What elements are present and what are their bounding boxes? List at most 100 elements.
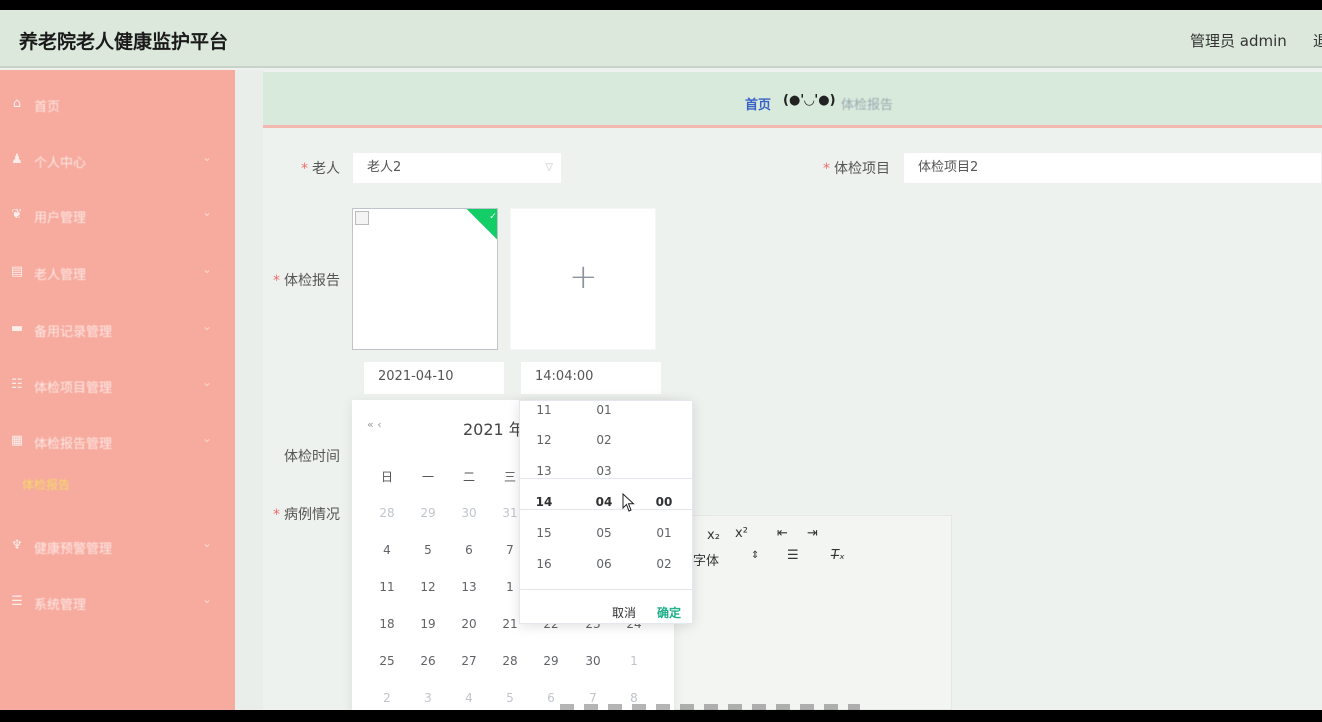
date-input[interactable]: 2021-04-10 (364, 362, 504, 394)
sidebar-item-3[interactable]: ▤ 老人管理 ⌄ (0, 253, 235, 293)
breadcrumb-emoticon: (●'◡'●) (783, 93, 836, 108)
sidebar-item-6[interactable]: ▦ 体检报告管理 ⌄ (0, 422, 235, 462)
calendar-day[interactable]: 19 (408, 617, 448, 631)
time-cancel-button[interactable]: 取消 (612, 604, 636, 621)
users-icon: ❦ (11, 207, 23, 222)
plus-icon: + (569, 257, 598, 297)
calendar-day[interactable]: 20 (449, 617, 489, 631)
current-user[interactable]: 管理员 admin (1190, 30, 1287, 51)
logout-link[interactable]: 退 (1313, 30, 1322, 51)
calendar-day[interactable]: 12 (408, 580, 448, 594)
date-picker-prev-button[interactable]: « ‹ (367, 418, 382, 431)
chevron-down-icon: ⌄ (202, 150, 213, 164)
sidebar-item-1[interactable]: ♟ 个人中心 ⌄ (0, 141, 235, 181)
sidebar-subitem-active[interactable]: 体检报告 (22, 476, 70, 493)
time-input[interactable]: 14:04:00 (521, 362, 661, 394)
clear-format-icon[interactable]: T̶ₓ (831, 548, 845, 563)
sidebar-item-label: 健康预警管理 (34, 542, 113, 557)
time-option[interactable]: 01 (644, 526, 684, 540)
time-option[interactable]: 16 (524, 557, 564, 571)
app-title: 养老院老人健康监护平台 (19, 31, 229, 53)
breadcrumb-current: 体检报告 (841, 98, 894, 113)
calendar-day[interactable]: 29 (531, 654, 571, 668)
calendar-day[interactable]: 28 (490, 654, 530, 668)
time-confirm-button[interactable]: 确定 (657, 604, 681, 621)
sidebar-item-label: 体检报告管理 (34, 437, 113, 452)
sidebar-item-label: 老人管理 (34, 268, 87, 283)
sidebar-item-0[interactable]: ⌂ 首页 (0, 85, 235, 125)
calendar-day[interactable]: 5 (490, 691, 530, 705)
calendar-day[interactable]: 13 (449, 580, 489, 594)
sidebar-item-8[interactable]: ☰ 系统管理 ⌄ (0, 583, 235, 623)
calendar-day[interactable]: 18 (367, 617, 407, 631)
time-option[interactable]: 12 (524, 433, 564, 447)
elder-select[interactable]: 老人2 ▽ (352, 152, 562, 184)
calendar-day[interactable]: 29 (408, 506, 448, 520)
time-option[interactable]: 02 (644, 557, 684, 571)
outdent-icon[interactable]: ⇤ (777, 526, 788, 541)
calendar-day[interactable]: 8 (614, 691, 654, 705)
date-picker-title[interactable]: 2021 年 (463, 416, 525, 440)
align-icon[interactable]: ☰ (787, 548, 799, 563)
calendar-day[interactable]: 11 (367, 580, 407, 594)
calendar-day[interactable]: 5 (408, 543, 448, 557)
time-option[interactable]: 01 (584, 403, 624, 417)
breadcrumb: 首页 (●'◡'●) 体检报告 (263, 72, 1322, 128)
calendar-day[interactable]: 7 (573, 691, 613, 705)
time-option[interactable]: 00 (644, 495, 684, 509)
exam-item-label: * 体检项目 (823, 161, 890, 177)
chat-icon: ▬ (10, 321, 24, 336)
chevron-down-icon: ⌄ (202, 592, 213, 606)
exam-item-select[interactable]: 体检项目2 (903, 152, 1322, 184)
time-input-value: 14:04:00 (535, 369, 594, 384)
calendar-day[interactable]: 26 (408, 654, 448, 668)
superscript-icon[interactable]: x² (735, 526, 748, 541)
calendar-day[interactable]: 30 (449, 506, 489, 520)
sidebar-item-label: 首页 (34, 100, 61, 115)
time-option[interactable]: 13 (524, 464, 564, 478)
time-option[interactable]: 02 (584, 433, 624, 447)
sidebar: ⌂ 首页 ♟ 个人中心 ⌄ ❦ 用户管理 ⌄ ▤ 老人管理 ⌄ ▬ 备用记录管理 ⌄ ☷ 体检项目管理 ⌄ ▦ 体检… (0, 70, 235, 710)
calendar-day[interactable]: 30 (573, 654, 613, 668)
time-picker-footer-divider (520, 589, 694, 590)
time-option[interactable]: 05 (584, 526, 624, 540)
broken-image-icon (355, 211, 369, 225)
user-icon: ♟ (11, 152, 23, 167)
calendar-day[interactable]: 1 (614, 654, 654, 668)
top-header: 养老院老人健康监护平台 管理员 admin 退 (0, 10, 1322, 68)
calendar-day[interactable]: 27 (449, 654, 489, 668)
upload-add-button[interactable]: + (510, 208, 656, 350)
check-icon: ✓ (489, 212, 498, 223)
sidebar-item-7[interactable]: ♆ 健康预警管理 ⌄ (0, 527, 235, 567)
sidebar-item-2[interactable]: ❦ 用户管理 ⌄ (0, 196, 235, 236)
calendar-day[interactable]: 6 (531, 691, 571, 705)
calendar-day[interactable]: 4 (449, 691, 489, 705)
time-option[interactable]: 04 (584, 495, 624, 509)
elder-label: * 老人 (301, 161, 340, 177)
time-option[interactable]: 06 (584, 557, 624, 571)
calendar-day[interactable]: 6 (449, 543, 489, 557)
time-option[interactable]: 11 (524, 403, 564, 417)
sidebar-item-label: 体检项目管理 (34, 381, 113, 396)
calendar-day[interactable]: 4 (367, 543, 407, 557)
calendar-day[interactable]: 25 (367, 654, 407, 668)
calendar-day[interactable]: 2 (367, 691, 407, 705)
time-option[interactable]: 14 (524, 495, 564, 509)
calendar-day[interactable]: 3 (408, 691, 448, 705)
breadcrumb-home[interactable]: 首页 (745, 94, 771, 113)
font-select-arrow-icon: ⇕ (751, 550, 760, 561)
calendar-day[interactable]: 28 (367, 506, 407, 520)
time-option[interactable]: 15 (524, 526, 564, 540)
uploaded-report-thumbnail[interactable]: ✓ (352, 208, 498, 350)
app-window: 养老院老人健康监护平台 管理员 admin 退 ⌂ 首页 ♟ 个人中心 ⌄ ❦ 用户管理 ⌄ ▤… (0, 10, 1322, 710)
editor-bottom-toolbar (560, 704, 860, 710)
time-option[interactable]: 03 (584, 464, 624, 478)
chevron-down-icon: ⌄ (202, 262, 213, 276)
indent-icon[interactable]: ⇥ (807, 526, 818, 541)
subscript-icon[interactable]: x₂ (707, 528, 720, 543)
report-label: * 体检报告 (273, 273, 340, 289)
sidebar-item-4[interactable]: ▬ 备用记录管理 ⌄ (0, 310, 235, 350)
sidebar-item-5[interactable]: ☷ 体检项目管理 ⌄ (0, 366, 235, 406)
font-select[interactable]: 字体 (693, 550, 719, 569)
weekday-header: 二 (462, 470, 475, 484)
